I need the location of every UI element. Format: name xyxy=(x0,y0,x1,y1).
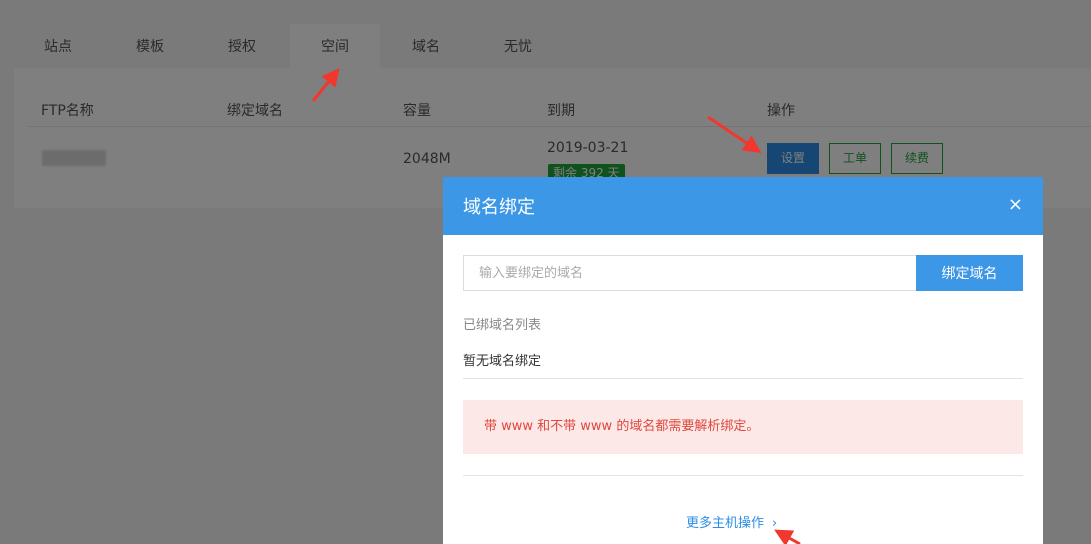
more-host-actions-label: 更多主机操作 xyxy=(686,516,765,531)
more-host-actions-link[interactable]: 更多主机操作 › xyxy=(686,512,777,531)
bind-domain-button[interactable]: 绑定域名 xyxy=(916,255,1023,291)
page: 站点 模板 授权 空间 域名 无忧 FTP名称 绑定域名 容量 到期 操作 20… xyxy=(0,0,1091,544)
domain-bind-dialog: 域名绑定 × 绑定域名 已绑域名列表 暂无域名绑定 带 www 和不带 www … xyxy=(443,177,1043,544)
dialog-header: 域名绑定 × xyxy=(443,177,1043,235)
domain-input[interactable] xyxy=(463,255,917,291)
list-divider xyxy=(463,378,1023,379)
www-notice-alert: 带 www 和不带 www 的域名都需要解析绑定。 xyxy=(463,400,1023,454)
chevron-right-icon: › xyxy=(772,516,778,531)
close-icon[interactable]: × xyxy=(1008,194,1023,216)
empty-domain-text: 暂无域名绑定 xyxy=(463,354,542,369)
dialog-title: 域名绑定 xyxy=(463,197,535,218)
bound-domain-list-label: 已绑域名列表 xyxy=(463,318,542,333)
footer-divider xyxy=(463,475,1023,476)
